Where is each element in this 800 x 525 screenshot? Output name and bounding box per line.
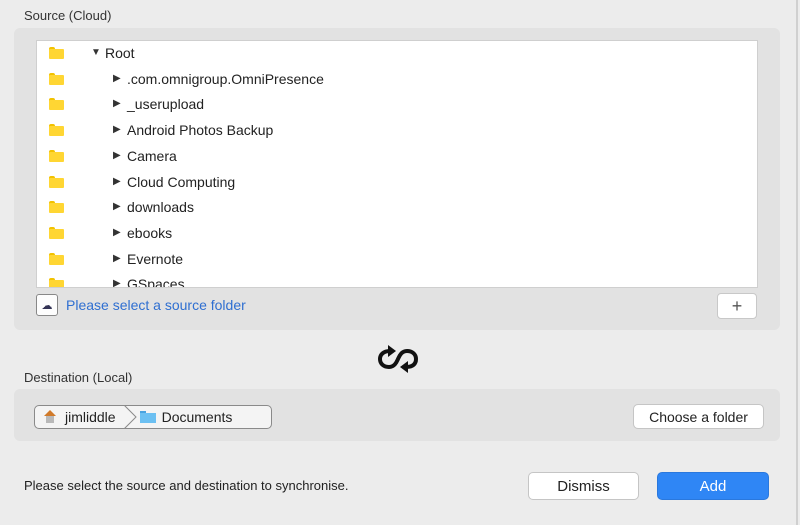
tree-row[interactable]: ▶ .com.omnigroup.OmniPresence: [37, 67, 757, 92]
home-icon: [43, 410, 57, 424]
disclosure-collapsed-icon[interactable]: ▶: [113, 124, 121, 135]
folder-icon: [49, 124, 64, 137]
tree-row-label: _userupload: [127, 96, 205, 113]
folder-icon: [49, 149, 64, 162]
disclosure-collapsed-icon[interactable]: ▶: [113, 227, 121, 238]
choose-folder-button[interactable]: Choose a folder: [633, 404, 764, 429]
tree-row[interactable]: ▶ downloads: [37, 195, 757, 220]
tree-row[interactable]: ▶ ebooks: [37, 221, 757, 246]
folder-icon: [49, 278, 64, 287]
folder-icon: [49, 98, 64, 111]
disclosure-expanded-icon[interactable]: ▼: [91, 47, 101, 58]
folder-icon: [49, 175, 64, 188]
folder-icon: [49, 252, 64, 265]
disclosure-collapsed-icon[interactable]: ▶: [113, 150, 121, 161]
tree-row[interactable]: ▶ GSpaces: [37, 272, 757, 288]
tree-row-label: ebooks: [127, 224, 173, 241]
path-separator: [123, 405, 138, 429]
destination-path-control[interactable]: jimliddle Documents: [34, 405, 272, 429]
tree-row-label: .com.omnigroup.OmniPresence: [127, 70, 324, 87]
source-status: ☁ Please select a source folder: [36, 294, 246, 316]
path-segment-home-label: jimliddle: [65, 409, 116, 425]
sync-icon[interactable]: [376, 342, 420, 376]
tree-row-label: Cloud Computing: [127, 173, 236, 190]
footer-message: Please select the source and destination…: [24, 478, 349, 493]
folder-icon: [49, 226, 64, 239]
disclosure-collapsed-icon[interactable]: ▶: [113, 98, 121, 109]
folder-icon: [49, 201, 64, 214]
tree-row-label: Camera: [127, 147, 177, 164]
path-segment-documents[interactable]: Documents: [138, 406, 241, 428]
disclosure-collapsed-icon[interactable]: ▶: [113, 176, 121, 187]
add-source-button[interactable]: +: [717, 293, 757, 319]
folder-icon: [49, 47, 64, 59]
sync-dialog: Source (Cloud) ▼ Root ▶ .com.omnigroup.Omni…: [0, 0, 798, 525]
tree-row[interactable]: ▶ Android Photos Backup: [37, 118, 757, 143]
add-button[interactable]: Add: [657, 472, 769, 500]
folder-icon: [49, 72, 64, 85]
disclosure-collapsed-icon[interactable]: ▶: [113, 278, 121, 287]
folder-icon: [139, 411, 156, 423]
dismiss-button[interactable]: Dismiss: [528, 472, 639, 500]
tree-row-label: downloads: [127, 199, 194, 216]
tree-row[interactable]: ▶ Evernote: [37, 247, 757, 272]
tree-row-label: GSpaces: [127, 276, 185, 288]
disclosure-collapsed-icon[interactable]: ▶: [113, 73, 121, 84]
tree-row-label: Android Photos Backup: [127, 122, 274, 139]
path-segment-home[interactable]: jimliddle: [35, 406, 124, 428]
path-segment-documents-label: Documents: [161, 409, 233, 425]
source-folder-tree[interactable]: ▼ Root ▶ .com.omnigroup.OmniPresence ▶ _useru…: [36, 40, 758, 288]
tree-row[interactable]: ▶ _userupload: [37, 92, 757, 117]
source-section-label: Source (Cloud): [24, 8, 112, 23]
cloud-drive-icon: ☁: [36, 294, 58, 316]
tree-row-label: Root: [105, 45, 135, 61]
tree-row-label: Evernote: [127, 250, 184, 267]
tree-row[interactable]: ▶ Camera: [37, 144, 757, 169]
disclosure-collapsed-icon[interactable]: ▶: [113, 201, 121, 212]
destination-section-label: Destination (Local): [24, 370, 133, 385]
source-status-text[interactable]: Please select a source folder: [66, 297, 246, 313]
tree-row[interactable]: ▼ Root: [37, 41, 757, 66]
tree-row[interactable]: ▶ Cloud Computing: [37, 170, 757, 195]
disclosure-collapsed-icon[interactable]: ▶: [113, 253, 121, 264]
